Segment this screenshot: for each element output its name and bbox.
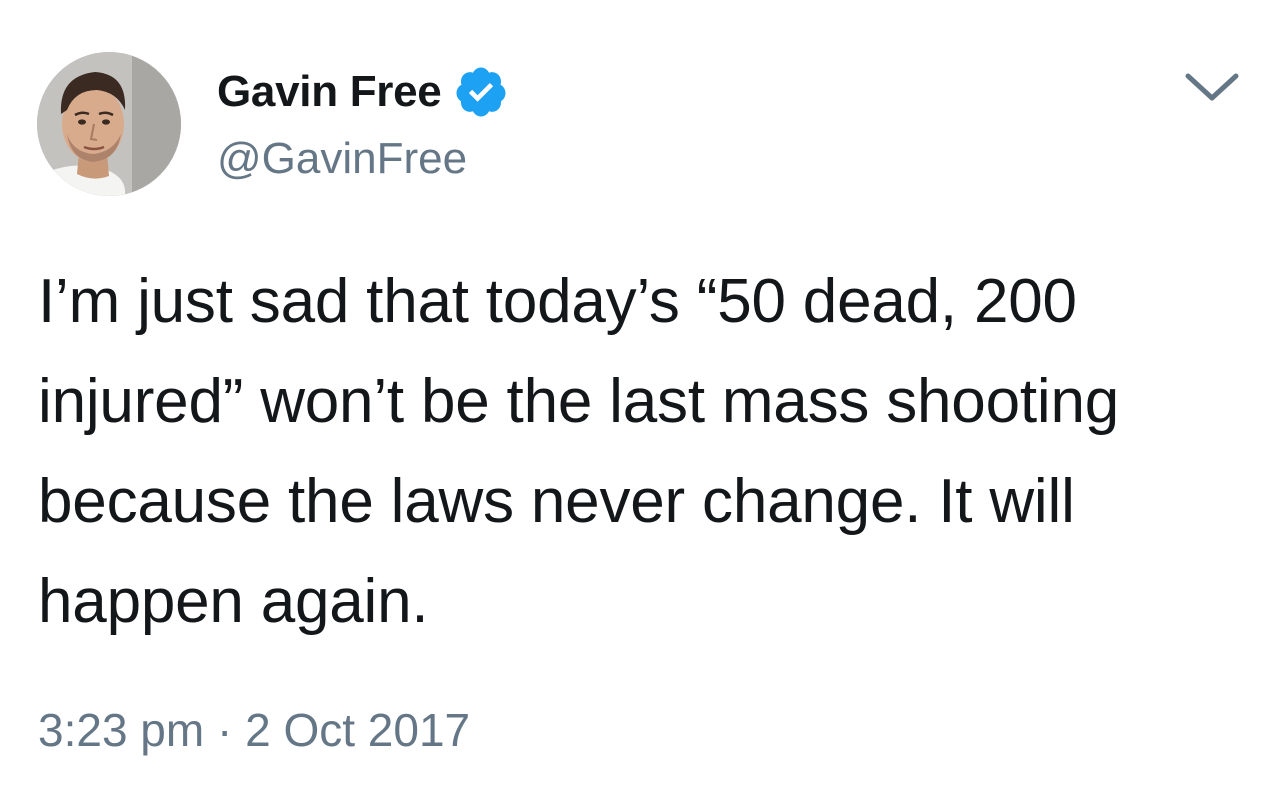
display-name[interactable]: Gavin Free	[217, 67, 442, 117]
tweet-text: I’m just sad that today’s “50 dead, 200 …	[38, 267, 1120, 636]
avatar-image	[37, 52, 181, 196]
author-handle[interactable]: @GavinFree	[217, 134, 467, 184]
verified-badge-icon	[456, 67, 506, 117]
avatar[interactable]	[37, 52, 181, 196]
chevron-down-icon[interactable]	[1180, 62, 1244, 110]
author-row: Gavin Free	[217, 63, 509, 121]
tweet-card: Gavin Free @GavinFree I’m just sad that …	[0, 0, 1280, 790]
tweet-timestamp[interactable]: 3:23 pm · 2 Oct 2017	[38, 703, 470, 757]
